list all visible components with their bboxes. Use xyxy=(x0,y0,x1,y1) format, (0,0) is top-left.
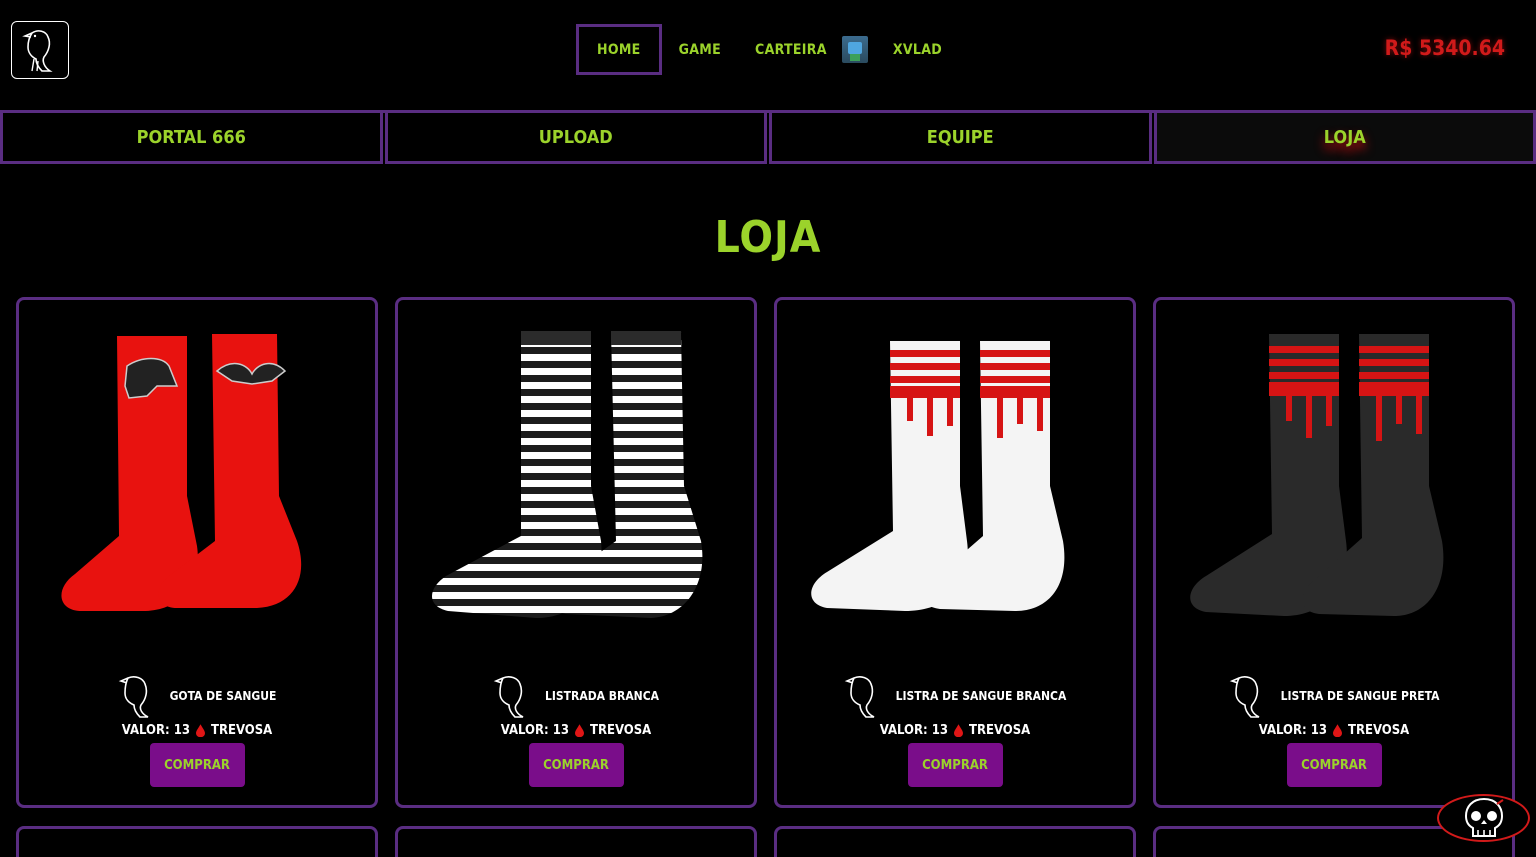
product-image xyxy=(432,331,703,618)
user-avatar[interactable] xyxy=(841,36,868,63)
buy-button[interactable]: Comprar xyxy=(149,743,245,787)
product-card xyxy=(16,826,378,857)
nav-game[interactable]: Game xyxy=(662,24,738,75)
logo[interactable] xyxy=(11,21,69,79)
product-name: Listra de Sangue Preta xyxy=(1280,689,1440,703)
crow-icon xyxy=(118,676,148,718)
buy-button[interactable]: Comprar xyxy=(907,743,1003,787)
tab-label: Portal 666 xyxy=(136,126,246,148)
section-tabs: Portal 666 Upload Equipe Loja xyxy=(0,110,1536,164)
product-image xyxy=(1190,334,1444,616)
currency-label: Trevosa xyxy=(589,723,652,738)
nav-user[interactable]: Xvlad xyxy=(876,24,959,75)
blood-drop-icon xyxy=(953,724,963,737)
product-price: Valor: 13 xyxy=(879,723,948,738)
crow-icon xyxy=(1229,676,1259,718)
tab-upload[interactable]: Upload xyxy=(384,113,767,164)
product-card xyxy=(774,826,1136,857)
tab-loja[interactable]: Loja xyxy=(1153,113,1536,164)
tab-label: Loja xyxy=(1323,126,1366,148)
currency-label: Trevosa xyxy=(210,723,273,738)
product-card: Listra de Sangue Branca Valor: 13 Trevos… xyxy=(774,297,1136,808)
tab-equipe[interactable]: Equipe xyxy=(769,113,1152,164)
currency-label: Trevosa xyxy=(968,723,1031,738)
currency-label: Trevosa xyxy=(1347,723,1410,738)
blood-drop-icon xyxy=(195,724,205,737)
page-title: Loja xyxy=(714,212,822,263)
tab-portal[interactable]: Portal 666 xyxy=(0,113,383,164)
product-price: Valor: 13 xyxy=(1258,723,1327,738)
blood-drop-icon xyxy=(574,724,584,737)
product-name: Listrada Branca xyxy=(545,689,659,703)
wallet-balance: R$ 5340.64 xyxy=(1384,36,1505,60)
product-price: Valor: 13 xyxy=(500,723,569,738)
buy-button[interactable]: Comprar xyxy=(528,743,624,787)
tab-label: Upload xyxy=(538,126,613,148)
nav-home[interactable]: Home xyxy=(576,24,662,75)
product-image xyxy=(61,334,302,611)
product-name: Gota de Sangue xyxy=(169,689,277,703)
blood-drop-icon xyxy=(1332,724,1342,737)
crow-icon xyxy=(22,30,53,72)
product-card: Listrada Branca Valor: 13 Trevosa Compra… xyxy=(395,297,757,808)
product-card: Gota de Sangue Valor: 13 Trevosa Comprar xyxy=(16,297,378,808)
product-name: Listra de Sangue Branca xyxy=(895,689,1067,703)
product-price: Valor: 13 xyxy=(121,723,190,738)
tab-label: Equipe xyxy=(926,126,994,148)
product-card xyxy=(395,826,757,857)
buy-button[interactable]: Comprar xyxy=(1286,743,1382,787)
product-image xyxy=(811,341,1065,611)
crow-icon xyxy=(493,676,524,718)
nav-carteira[interactable]: Carteira xyxy=(738,24,844,75)
skull-icon xyxy=(1464,797,1504,837)
crow-icon xyxy=(844,676,875,718)
product-card: Listra de Sangue Preta Valor: 13 Trevosa… xyxy=(1153,297,1515,808)
floating-skull-button[interactable] xyxy=(1437,794,1530,842)
product-grid: Gota de Sangue Valor: 13 Trevosa Comprar… xyxy=(16,297,1515,857)
top-nav: Home Game Carteira Xvlad xyxy=(576,24,959,75)
